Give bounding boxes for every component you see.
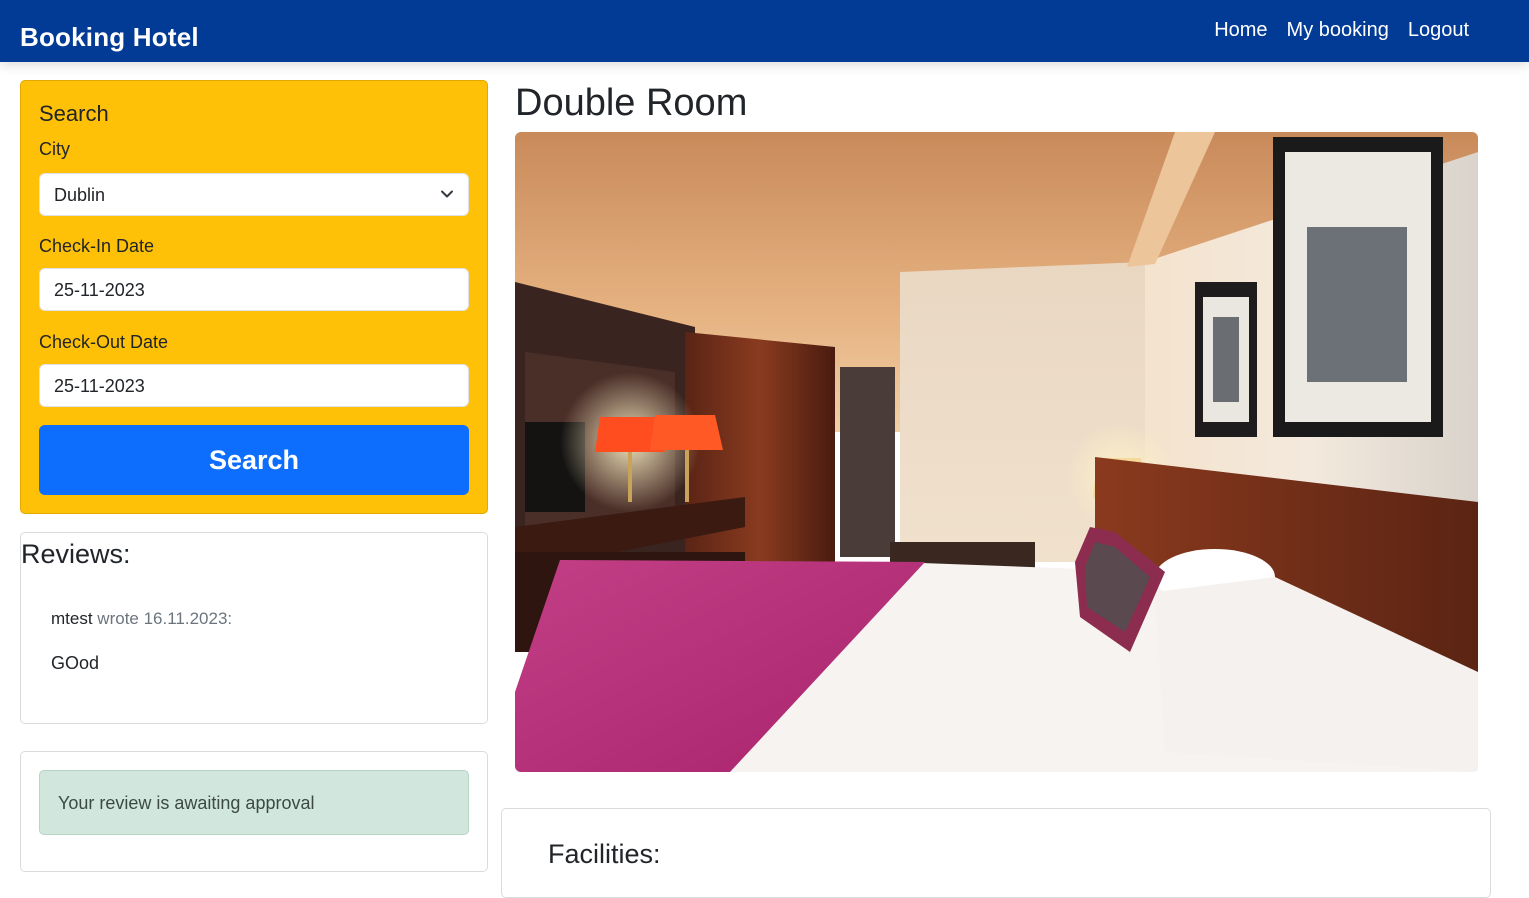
- checkin-date-input[interactable]: 25-11-2023: [39, 268, 469, 311]
- checkin-date-value: 25-11-2023: [54, 280, 145, 300]
- city-select[interactable]: Dublin: [39, 173, 469, 216]
- room-title: Double Room: [515, 82, 748, 124]
- search-panel: Search City Dublin Check-In Date 25-11-2…: [20, 80, 488, 514]
- checkout-date-value: 25-11-2023: [54, 376, 145, 396]
- reviews-card: Reviews: mtest wrote 16.11.2023: GOod: [20, 532, 488, 724]
- checkout-date-input[interactable]: 25-11-2023: [39, 364, 469, 407]
- search-button[interactable]: Search: [39, 425, 469, 495]
- nav-home-link[interactable]: Home: [1214, 19, 1267, 42]
- approval-alert: Your review is awaiting approval: [39, 770, 469, 835]
- facilities-title: Facilities:: [548, 839, 661, 869]
- review-author: mtest: [51, 609, 93, 628]
- city-select-value: Dublin: [54, 185, 106, 205]
- facilities-card: Facilities:: [501, 808, 1491, 898]
- room-photo: [515, 132, 1478, 772]
- review-text: GOod: [51, 653, 100, 673]
- city-label: City: [39, 139, 70, 159]
- checkin-label: Check-In Date: [39, 236, 155, 256]
- nav-links: Home My booking Logout: [1214, 19, 1469, 42]
- search-title: Search: [39, 101, 109, 126]
- checkout-label: Check-Out Date: [39, 332, 169, 352]
- top-navbar: Booking Hotel Home My booking Logout: [0, 0, 1529, 62]
- nav-my-booking-link[interactable]: My booking: [1287, 19, 1389, 42]
- nav-logout-link[interactable]: Logout: [1408, 19, 1469, 42]
- review-meta: mtest wrote 16.11.2023:: [51, 609, 232, 629]
- brand-logo[interactable]: Booking Hotel: [20, 22, 199, 53]
- reviews-title: Reviews:: [21, 539, 131, 569]
- hotel-room-image: [515, 132, 1478, 772]
- review-date: wrote 16.11.2023:: [97, 609, 233, 628]
- chevron-down-icon: [441, 190, 453, 198]
- approval-card: Your review is awaiting approval: [20, 751, 488, 872]
